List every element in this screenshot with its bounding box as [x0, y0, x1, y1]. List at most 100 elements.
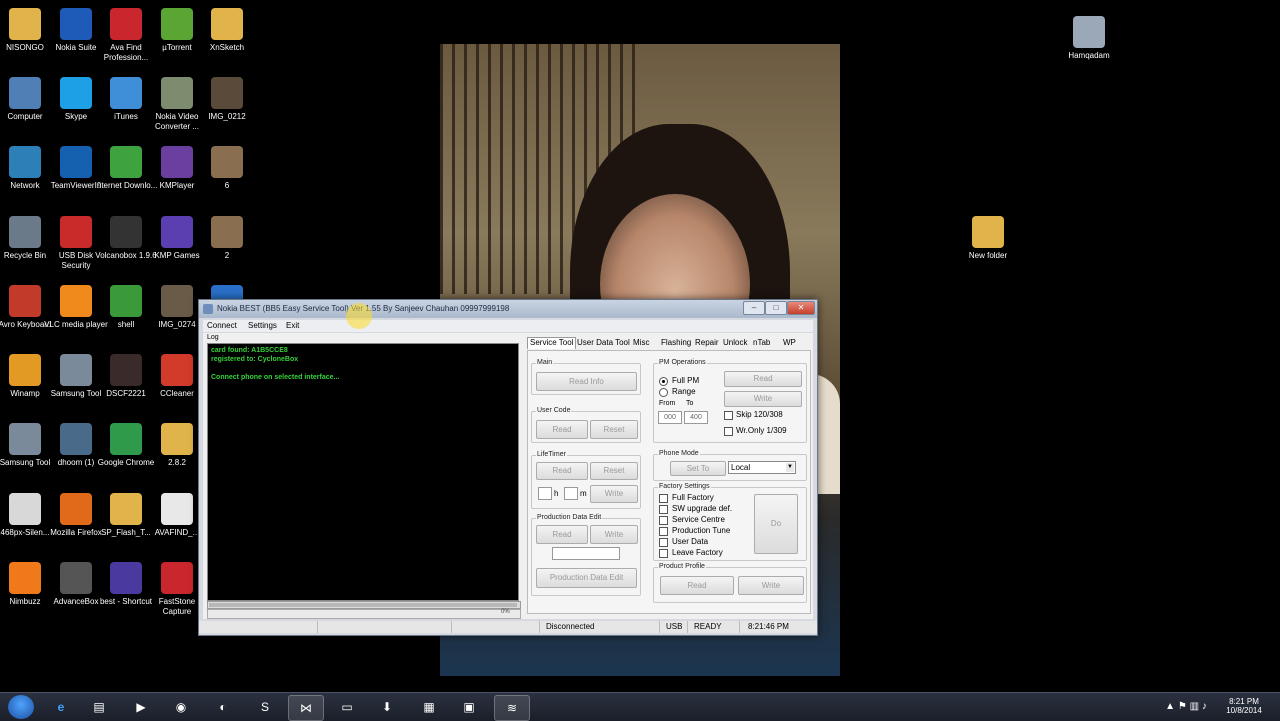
user-data-label: User Data	[672, 537, 709, 546]
tab-flashing[interactable]: Flashing	[659, 338, 693, 349]
firefox-taskbar-icon[interactable]: ◐	[206, 695, 240, 719]
desktop-icon[interactable]: 2	[195, 212, 259, 261]
app-icon	[110, 216, 142, 248]
pm-read-button[interactable]: Read	[724, 371, 802, 387]
tab-ntab[interactable]: nTab	[751, 338, 772, 349]
taskbar: e ▤ ▶ ◉ ◐ S ⋈ ▭ ⬇ ▦ ▣ ≋ ▲ ⚑ ▥ ♪ 8:21 PM …	[0, 692, 1280, 721]
lifetimer-reset-button[interactable]: Reset	[590, 462, 638, 480]
menu-settings[interactable]: Settings	[248, 321, 277, 330]
profile-write-button[interactable]: Write	[738, 576, 804, 595]
phone-mode-group: Phone Mode Set To Local ▼	[653, 450, 807, 481]
app-icon	[60, 423, 92, 455]
tab-service-tool[interactable]: Service Tool	[527, 337, 577, 349]
lifetimer-write-button[interactable]: Write	[590, 485, 638, 503]
user-code-reset-button[interactable]: Reset	[590, 420, 638, 439]
log-scrollbar[interactable]	[207, 601, 521, 609]
skip-checkbox[interactable]	[724, 411, 733, 420]
ie-taskbar-icon[interactable]: e	[44, 695, 78, 719]
time-status: 8:21:46 PM	[739, 621, 816, 633]
app-icon	[211, 8, 243, 40]
maximize-button[interactable]: □	[765, 301, 787, 315]
chevron-down-icon[interactable]: ▼	[786, 463, 794, 472]
desktop-icon[interactable]: 6	[195, 142, 259, 191]
set-to-button[interactable]: Set To	[670, 461, 726, 476]
menu-connect[interactable]: Connect	[207, 321, 237, 330]
app-icon	[161, 8, 193, 40]
app-icon	[60, 216, 92, 248]
prod-data-field[interactable]	[552, 547, 620, 560]
nokia-best-taskbar-icon[interactable]: ≋	[494, 695, 530, 721]
app-icon	[60, 146, 92, 178]
lifetimer-read-button[interactable]: Read	[536, 462, 588, 480]
app-icon	[1073, 16, 1105, 48]
title-bar[interactable]: Nokia BEST (BB5 Easy Service Tool) Ver 1…	[199, 300, 817, 318]
start-button[interactable]	[8, 695, 34, 719]
profile-read-button[interactable]: Read	[660, 576, 734, 595]
app-icon	[161, 146, 193, 178]
app-icon	[9, 285, 41, 317]
app-icon	[110, 423, 142, 455]
app-icon	[60, 8, 92, 40]
hours-field[interactable]	[538, 487, 552, 500]
phone-mode-select[interactable]: Local ▼	[728, 461, 796, 474]
minimize-button[interactable]: –	[743, 301, 765, 315]
phone-mode-title: Phone Mode	[658, 450, 700, 457]
tab-repair[interactable]: Repair	[693, 338, 721, 349]
media-taskbar-icon[interactable]: ▶	[124, 695, 158, 719]
user-data-checkbox[interactable]	[659, 538, 668, 547]
kmplayer-taskbar-icon[interactable]: ⋈	[288, 695, 324, 721]
do-button[interactable]: Do	[754, 494, 798, 554]
service-centre-checkbox[interactable]	[659, 516, 668, 525]
tab-misc[interactable]: Misc	[631, 338, 651, 349]
explorer-taskbar-icon[interactable]: ▤	[82, 695, 116, 719]
status-bar: Disconnected USB READY 8:21:46 PM	[199, 621, 817, 633]
idm-taskbar-icon[interactable]: ⬇	[370, 695, 404, 719]
prod-data-read-button[interactable]: Read	[536, 525, 588, 544]
tab-wp[interactable]: WP	[781, 338, 798, 349]
production-data-group: Production Data Edit Read Write Producti…	[531, 514, 641, 596]
desktop-icon[interactable]: New folder	[956, 212, 1020, 261]
full-factory-checkbox[interactable]	[659, 494, 668, 503]
menu-exit[interactable]: Exit	[286, 321, 299, 330]
tab-unlock[interactable]: Unlock	[721, 338, 749, 349]
production-data-edit-button[interactable]: Production Data Edit	[536, 568, 637, 588]
clock[interactable]: 8:21 PM 10/8/2014	[1216, 693, 1272, 721]
desktop-icon-label: 2	[224, 251, 230, 260]
minutes-field[interactable]	[564, 487, 578, 500]
pm-to-field[interactable]: 400	[684, 411, 708, 424]
chrome-taskbar-icon[interactable]: ◉	[164, 695, 198, 719]
pm-from-field[interactable]: 000	[658, 411, 682, 424]
read-info-button[interactable]: Read Info	[536, 372, 637, 391]
full-pm-radio[interactable]	[659, 377, 668, 386]
tray-icons[interactable]: ▲ ⚑ ▥ ♪	[1156, 693, 1216, 721]
log-console[interactable]: card found: A1B5CCE8 registered to: Cycl…	[207, 343, 519, 601]
window-taskbar-icon[interactable]: ▣	[452, 695, 486, 719]
app-icon	[60, 493, 92, 525]
log-label: Log	[207, 334, 219, 341]
production-tune-checkbox[interactable]	[659, 527, 668, 536]
prod-data-write-button[interactable]: Write	[590, 525, 638, 544]
range-radio[interactable]	[659, 388, 668, 397]
desktop-icon[interactable]: Hamqadam	[1057, 12, 1121, 61]
progress-text: 0%	[501, 609, 510, 615]
desktop-icon[interactable]: IMG_0212	[195, 73, 259, 122]
user-code-read-button[interactable]: Read	[536, 420, 588, 439]
skype-taskbar-icon[interactable]: S	[248, 695, 282, 719]
scroll-thumb[interactable]	[209, 603, 517, 607]
connection-status: Disconnected	[539, 621, 662, 633]
wr-only-checkbox[interactable]	[724, 427, 733, 436]
sw-upgrade-checkbox[interactable]	[659, 505, 668, 514]
progress-bar	[207, 609, 521, 619]
app-icon	[9, 423, 41, 455]
close-button[interactable]: ✕	[787, 301, 815, 315]
screen-taskbar-icon[interactable]: ▭	[330, 695, 364, 719]
leave-factory-checkbox[interactable]	[659, 549, 668, 558]
desktop-icon[interactable]: XnSketch	[195, 4, 259, 53]
printer-taskbar-icon[interactable]: ▦	[412, 695, 446, 719]
user-code-title: User Code	[536, 407, 572, 414]
log-line: card found: A1B5CCE8	[211, 347, 288, 354]
tab-user-data-tool[interactable]: User Data Tool	[575, 338, 632, 349]
pm-write-button[interactable]: Write	[724, 391, 802, 407]
product-profile-title: Product Profile	[658, 563, 706, 570]
app-icon	[161, 354, 193, 386]
